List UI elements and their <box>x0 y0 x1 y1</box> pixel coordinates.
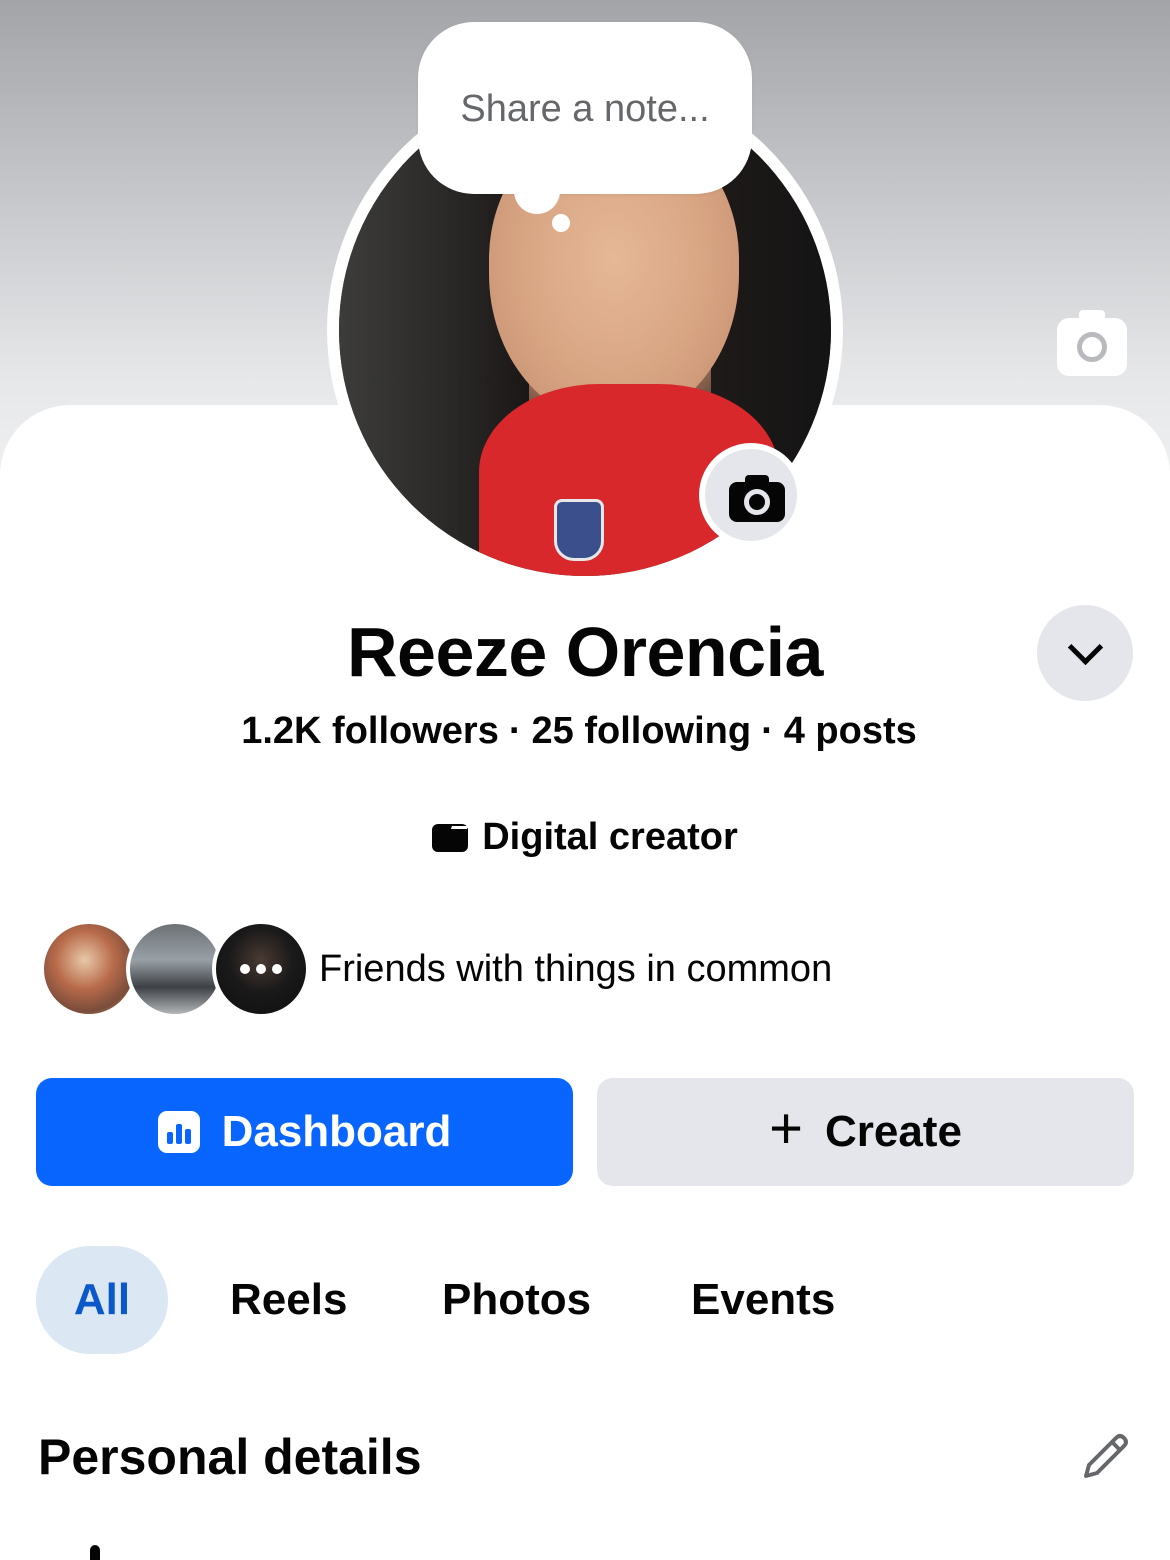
dashboard-button[interactable]: Dashboard <box>36 1078 573 1186</box>
tab-all[interactable]: All <box>36 1246 168 1354</box>
profile-name: Reeze Orencia <box>347 613 823 691</box>
dashboard-label: Dashboard <box>221 1107 452 1156</box>
profile-tabs: All Reels Photos Events <box>36 1246 1136 1354</box>
posts-count: 4 posts <box>783 710 917 752</box>
create-label: Create <box>824 1107 962 1156</box>
mutual-friends-row[interactable]: Friends with things in common <box>40 920 1140 1018</box>
section-title: Personal details <box>38 1429 422 1485</box>
more-dots-icon <box>212 920 310 1018</box>
followers-count[interactable]: 1.2K followers <box>241 710 499 752</box>
tab-photos[interactable]: Photos <box>442 1246 591 1354</box>
friends-in-common-text: Friends with things in common <box>319 948 833 990</box>
profile-stats: 1.2K followers · 25 following · 4 posts <box>241 710 917 752</box>
cover-camera-icon[interactable] <box>1057 310 1127 376</box>
plus-icon: + <box>769 1096 803 1161</box>
friend-avatar <box>126 920 224 1018</box>
friend-avatar <box>40 920 138 1018</box>
create-button[interactable]: + Create <box>597 1078 1134 1186</box>
tab-events[interactable]: Events <box>691 1246 835 1354</box>
share-note-bubble[interactable]: Share a note... <box>418 22 752 194</box>
chevron-down-icon[interactable] <box>1037 605 1133 701</box>
avatar-camera-button[interactable] <box>699 443 803 547</box>
profile-category: Digital creator <box>0 816 1170 859</box>
list-item-icon <box>90 1545 100 1560</box>
note-placeholder: Share a note... <box>460 88 710 130</box>
pencil-icon[interactable] <box>1078 1428 1134 1484</box>
category-label: Digital creator <box>482 816 738 858</box>
note-bubble-dot <box>552 214 570 232</box>
bar-chart-icon <box>157 1111 200 1153</box>
camera-icon <box>729 475 785 522</box>
following-count[interactable]: 25 following <box>532 710 752 752</box>
profile-page: Share a note... Reeze Orencia 1.2K follo… <box>0 0 1170 1560</box>
tab-reels[interactable]: Reels <box>230 1246 347 1354</box>
clapperboard-icon <box>432 823 469 852</box>
